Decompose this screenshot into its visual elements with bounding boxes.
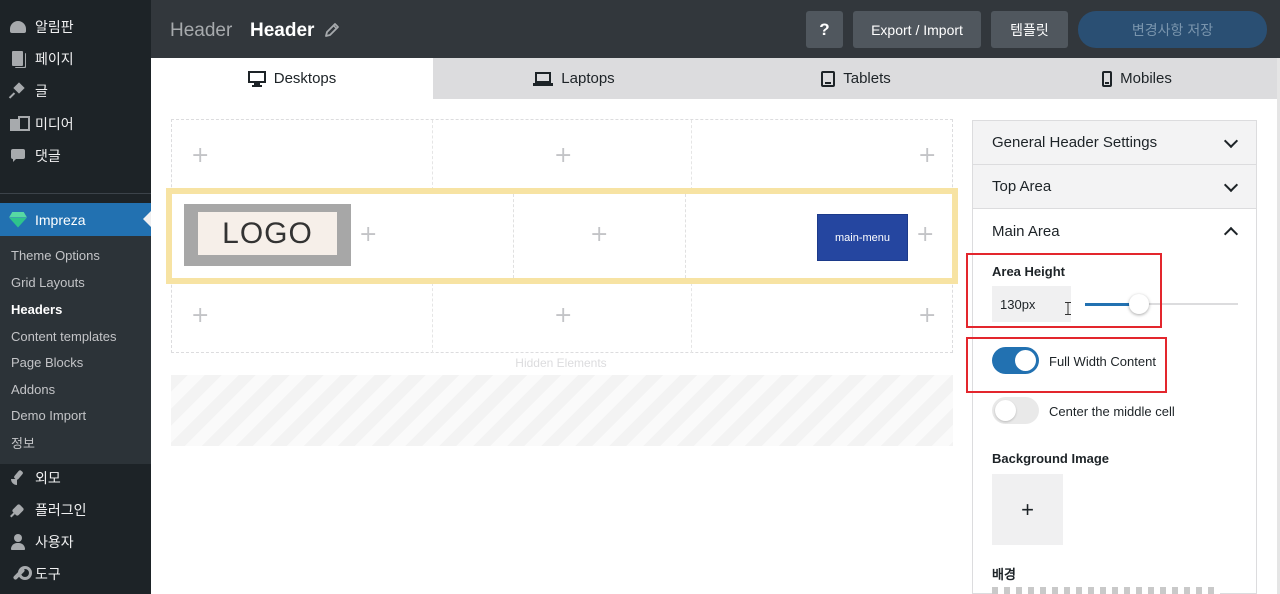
- add-element-button[interactable]: +: [554, 145, 572, 167]
- bottom-area-row: + + +: [172, 283, 952, 353]
- chevron-down-icon: [1223, 133, 1239, 149]
- add-element-button[interactable]: +: [191, 305, 209, 327]
- logo-element[interactable]: LOGO: [184, 204, 351, 266]
- logo-text: LOGO: [198, 212, 337, 255]
- sidebar-item-plugins[interactable]: 플러그인: [0, 494, 151, 526]
- users-icon: [10, 534, 26, 550]
- accordion-top-area[interactable]: Top Area: [973, 165, 1256, 209]
- sidebar-item-posts[interactable]: 글: [0, 75, 151, 107]
- top-area-row: + + +: [172, 120, 952, 190]
- header-editor-canvas: + + + + + + LOGO + + main-menu + Hidden …: [151, 99, 971, 594]
- dashboard-icon: [10, 19, 26, 35]
- sidebar-item-label: 글: [35, 84, 48, 100]
- main-menu-element[interactable]: main-menu: [817, 214, 908, 261]
- add-element-button[interactable]: +: [191, 145, 209, 167]
- mobile-icon: [1102, 70, 1113, 87]
- appearance-icon: [10, 470, 26, 486]
- submenu-addons[interactable]: Addons: [11, 382, 55, 397]
- background-label: 배경: [992, 567, 1016, 582]
- chevron-up-icon: [1223, 226, 1239, 242]
- tab-label: Laptops: [561, 70, 615, 87]
- sidebar-item-label: 사용자: [35, 535, 74, 551]
- main-area-row[interactable]: LOGO + + main-menu +: [166, 188, 958, 284]
- accordion-label: General Header Settings: [992, 134, 1158, 151]
- sidebar-item-comments[interactable]: 댓글: [0, 140, 151, 172]
- chevron-down-icon: [1223, 177, 1239, 193]
- sidebar-item-pages[interactable]: 페이지: [0, 43, 151, 75]
- background-image-label: Background Image: [992, 451, 1110, 466]
- laptop-icon: [533, 71, 554, 86]
- media-icon: [10, 116, 30, 132]
- sidebar-item-label: 페이지: [35, 52, 74, 68]
- tab-label: Tablets: [843, 70, 891, 87]
- builder-topbar: Header Header ? Export / Import 템플릿 변경사항…: [151, 0, 1280, 58]
- template-button[interactable]: 템플릿: [991, 11, 1068, 48]
- page-title: Header: [250, 20, 315, 41]
- add-element-button[interactable]: +: [918, 145, 936, 167]
- toggle-knob: [995, 400, 1016, 421]
- sidebar-item-label: 알림판: [35, 20, 74, 36]
- device-tabs: Desktops Laptops Tablets Mobiles: [151, 58, 1280, 99]
- center-middle-cell-label: Center the middle cell: [1049, 404, 1175, 419]
- sidebar-item-dashboard[interactable]: 알림판: [0, 11, 151, 43]
- sidebar-item-media[interactable]: 미디어: [0, 108, 151, 140]
- accordion-label: Main Area: [992, 222, 1060, 240]
- tools-icon: [10, 566, 32, 582]
- tab-laptops[interactable]: Laptops: [433, 58, 715, 99]
- hidden-elements-dropzone[interactable]: [171, 375, 953, 446]
- annotation-highlight-area-height: [966, 253, 1162, 328]
- add-background-image-button[interactable]: +: [992, 474, 1063, 545]
- add-element-button[interactable]: +: [916, 224, 934, 246]
- add-element-button[interactable]: +: [918, 305, 936, 327]
- sidebar-item-label: 도구: [35, 567, 61, 583]
- admin-sidebar: 알림판 페이지 글 미디어 댓글 Impreza Theme Options G…: [0, 0, 151, 594]
- sidebar-item-label: Impreza: [35, 211, 86, 228]
- sidebar-item-label: 미디어: [35, 117, 74, 133]
- plugins-icon: [10, 502, 26, 518]
- tab-desktops[interactable]: Desktops: [151, 58, 433, 99]
- submenu-demo-import[interactable]: Demo Import: [11, 408, 86, 423]
- tablet-icon: [821, 70, 836, 87]
- add-element-button[interactable]: +: [554, 305, 572, 327]
- comments-icon: [10, 148, 26, 164]
- background-color-swatch[interactable]: [992, 587, 1220, 594]
- submenu-theme-options[interactable]: Theme Options: [11, 248, 100, 263]
- accordion-label: Top Area: [992, 178, 1052, 195]
- breadcrumb-section: Header: [170, 20, 233, 41]
- sidebar-item-label: 외모: [35, 471, 61, 487]
- tab-label: Mobiles: [1120, 70, 1172, 87]
- add-element-button[interactable]: +: [590, 224, 608, 246]
- export-import-button[interactable]: Export / Import: [853, 11, 981, 48]
- sidebar-item-label: 플러그인: [35, 503, 87, 519]
- sidebar-separator: [0, 193, 151, 194]
- pages-icon: [10, 51, 26, 67]
- center-middle-cell-toggle[interactable]: [992, 397, 1039, 424]
- sidebar-item-impreza[interactable]: Impreza: [0, 203, 151, 236]
- active-menu-arrow: [143, 211, 151, 227]
- sidebar-item-users[interactable]: 사용자: [0, 526, 151, 558]
- desktop-icon: [247, 70, 266, 87]
- impreza-gem-icon: [9, 212, 27, 228]
- tab-mobiles[interactable]: Mobiles: [997, 58, 1277, 99]
- tab-tablets[interactable]: Tablets: [715, 58, 997, 99]
- accordion-general-header-settings[interactable]: General Header Settings: [973, 121, 1256, 165]
- sidebar-item-label: 댓글: [35, 149, 61, 165]
- submenu-grid-layouts[interactable]: Grid Layouts: [11, 275, 85, 290]
- sidebar-item-tools[interactable]: 도구: [0, 558, 151, 590]
- pencil-icon[interactable]: [324, 22, 340, 38]
- tab-label: Desktops: [273, 70, 337, 87]
- submenu-page-blocks[interactable]: Page Blocks: [11, 355, 83, 370]
- pin-icon: [10, 83, 26, 99]
- submenu-content-templates[interactable]: Content templates: [11, 329, 117, 344]
- submenu-about[interactable]: 정보: [11, 433, 35, 452]
- help-button[interactable]: ?: [806, 11, 843, 48]
- add-element-button[interactable]: +: [359, 224, 377, 246]
- submenu-headers[interactable]: Headers: [11, 302, 62, 317]
- sidebar-item-appearance[interactable]: 외모: [0, 462, 151, 494]
- impreza-submenu: Theme Options Grid Layouts Headers Conte…: [0, 236, 151, 464]
- save-changes-button[interactable]: 변경사항 저장: [1078, 11, 1267, 48]
- accordion-main-area[interactable]: Main Area: [973, 209, 1256, 253]
- annotation-highlight-full-width: [966, 337, 1167, 393]
- hidden-elements-label: Hidden Elements: [515, 356, 607, 370]
